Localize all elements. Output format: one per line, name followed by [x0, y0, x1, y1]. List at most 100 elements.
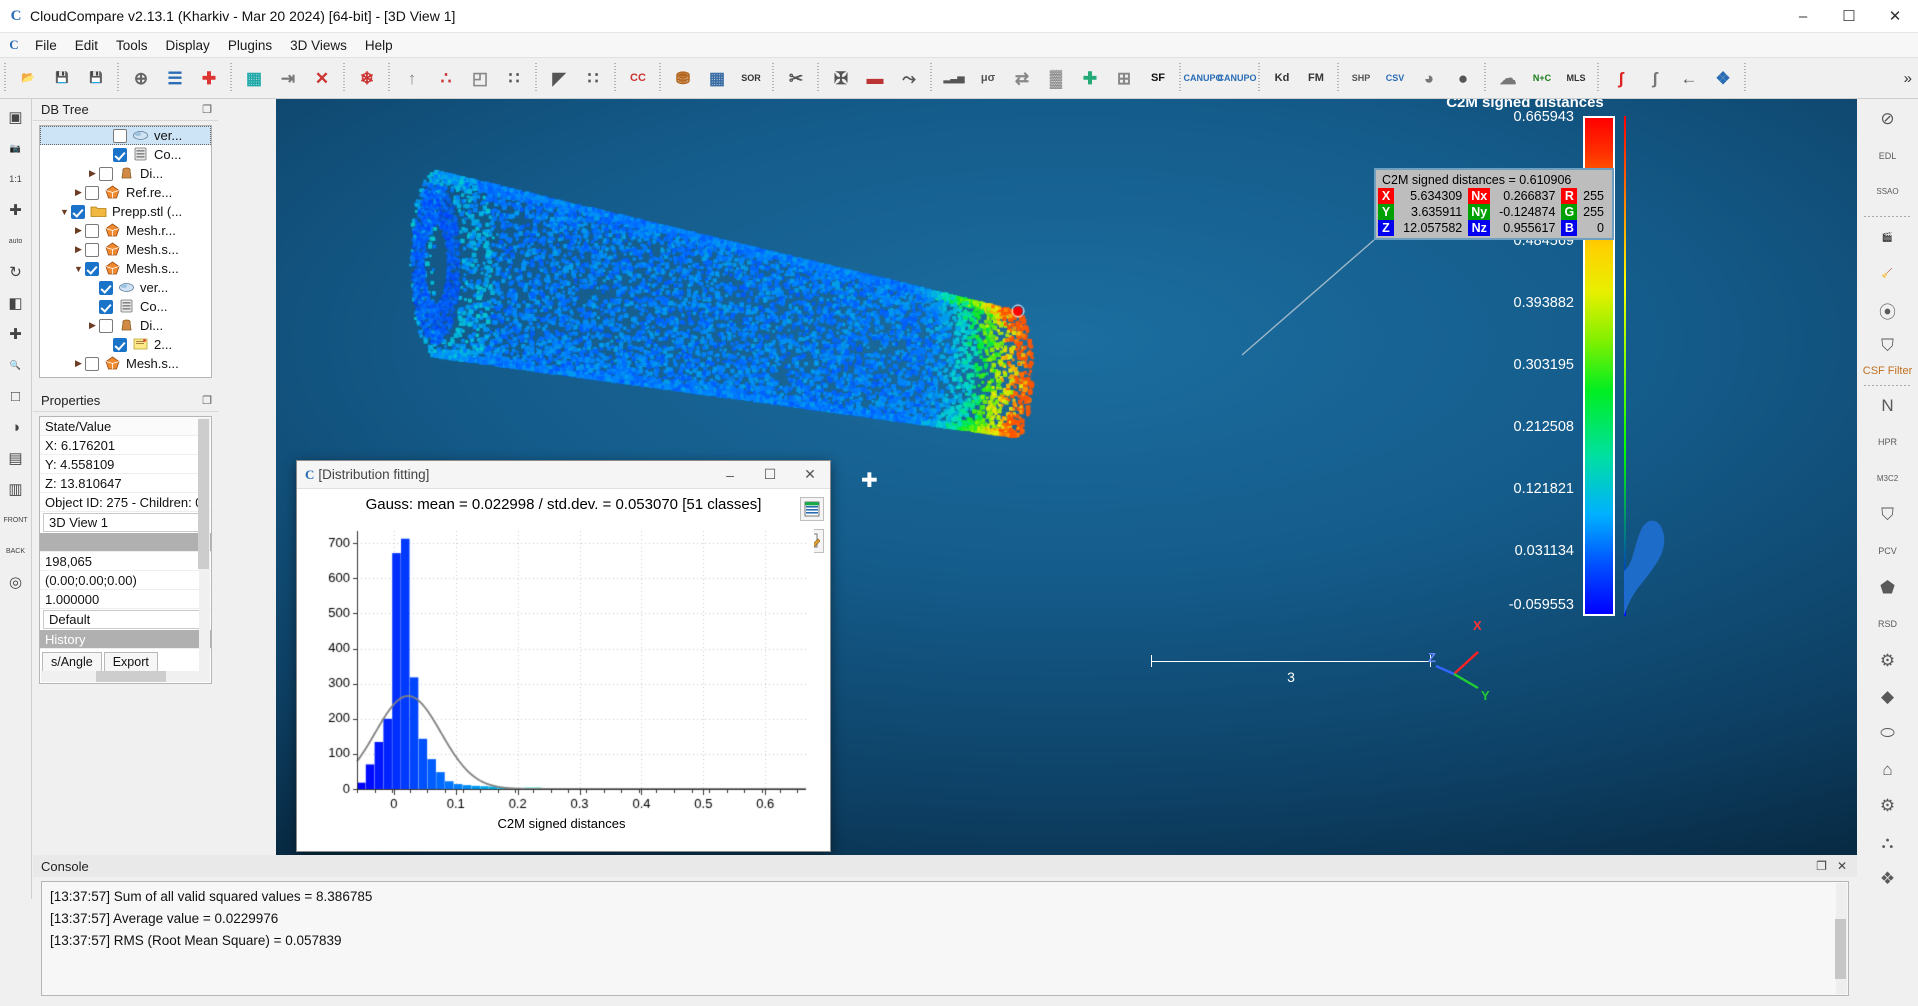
menu-item-file[interactable]: File [26, 35, 66, 56]
hpr-icon[interactable]: HPR [1871, 426, 1905, 458]
shield2-icon[interactable]: ⛉ [1871, 499, 1905, 531]
menu-item-edit[interactable]: Edit [66, 35, 107, 56]
db-tree-item[interactable]: Co... [40, 145, 211, 164]
save-icon[interactable]: 💾 [46, 62, 78, 94]
ellipse-fit-icon[interactable]: ⬭ [1871, 717, 1905, 749]
cc-cc-icon[interactable]: CC [622, 62, 654, 94]
plugin-icon[interactable]: ⚙ [1871, 790, 1905, 822]
zoom-1to1-icon[interactable]: 1:1 [2, 165, 30, 193]
toolbar-drag-handle[interactable] [612, 63, 619, 93]
sf-icon[interactable]: SF [1142, 62, 1174, 94]
axis-angle-button[interactable]: s/Angle [42, 652, 102, 672]
primitive-factory-icon[interactable]: ⛃ [667, 62, 699, 94]
toolbar-drag-handle[interactable] [815, 63, 822, 93]
edl-shader-icon[interactable]: EDL [1871, 139, 1905, 171]
shp-export-icon[interactable]: SHP [1345, 62, 1377, 94]
histogram-plot[interactable]: Count C2M signed distances [309, 521, 814, 841]
stereo-icon[interactable]: ◎ [2, 568, 30, 596]
db-tree-item[interactable]: ▶Ref.re... [40, 183, 211, 202]
ssao-shader-icon[interactable]: SSAO [1871, 176, 1905, 208]
toolbar-drag-handle[interactable] [115, 63, 122, 93]
chevron-right-icon[interactable]: ▶ [72, 187, 85, 198]
global-zoom-icon[interactable]: ▣ [2, 103, 30, 131]
properties-scrollbar[interactable] [199, 418, 210, 682]
canupo-create-icon[interactable]: CANUPO [1187, 62, 1219, 94]
maximize-button[interactable]: ☐ [1826, 0, 1872, 33]
chevron-right-icon[interactable]: ▶ [86, 168, 99, 179]
set-pivot-icon[interactable]: ✚ [2, 196, 30, 224]
chevron-right-icon[interactable]: ▶ [86, 320, 99, 331]
toolbar-drag-handle[interactable] [341, 63, 348, 93]
db-tree-item[interactable]: ▶Mesh.s... [40, 240, 211, 259]
db-tree-item[interactable]: ▶Mesh.s... [40, 354, 211, 373]
histogram-canvas[interactable] [309, 521, 814, 841]
merge-icon[interactable]: ⇥ [272, 62, 304, 94]
properties-hscroll-thumb[interactable] [96, 671, 166, 682]
toolbar-drag-handle[interactable] [657, 63, 664, 93]
distribution-fitting-dialog[interactable]: C [Distribution fitting] – ☐ ✕ Gauss: me… [296, 460, 831, 852]
console-scrollbar[interactable] [1836, 883, 1847, 994]
toolbar-drag-handle[interactable] [228, 63, 235, 93]
translate-rotate-icon[interactable]: ↑ [396, 62, 428, 94]
normals-north-icon[interactable]: N [1871, 390, 1905, 422]
open-file-icon[interactable]: 📂 [12, 62, 44, 94]
layers-stack-icon[interactable]: ◆ [1871, 681, 1905, 713]
toolbar-drag-handle[interactable] [1256, 63, 1263, 93]
cloud-mesh-dist-icon[interactable]: ◤ [543, 62, 575, 94]
ransac-icon[interactable]: ⌂ [1871, 754, 1905, 786]
menu-item-tools[interactable]: Tools [107, 35, 157, 56]
cube-view-icon[interactable]: □ [2, 382, 30, 410]
visibility-checkbox[interactable] [113, 129, 127, 143]
visibility-checkbox[interactable] [85, 262, 99, 276]
db-tree-item[interactable]: Co... [40, 297, 211, 316]
export-csv-icon[interactable] [800, 497, 824, 521]
min-max-icon[interactable]: ⇄ [1006, 62, 1038, 94]
visibility-checkbox[interactable] [85, 224, 99, 238]
sor-filter-icon[interactable]: SOR [735, 62, 767, 94]
poisson-recon-icon[interactable]: ⬟ [1871, 572, 1905, 604]
toolbar-drag-handle[interactable] [1482, 63, 1489, 93]
properties-list-icon[interactable]: ☰ [159, 62, 191, 94]
export-button[interactable]: Export [104, 652, 158, 672]
compass-tool-icon[interactable]: ⊘ [1871, 103, 1905, 135]
rotate-axis-icon[interactable]: ↻ [2, 258, 30, 286]
gears-icon[interactable]: ⚙ [1871, 644, 1905, 676]
histogram-minimize-button[interactable]: – [710, 461, 750, 489]
visibility-checkbox[interactable] [99, 281, 113, 295]
menu-item-3dviews[interactable]: 3D Views [281, 35, 356, 56]
close-button[interactable]: ✕ [1872, 0, 1918, 33]
colorimetric-segmenter-icon[interactable]: ❖ [1707, 62, 1739, 94]
csv-export-icon[interactable]: CSV [1379, 62, 1411, 94]
properties-hscrollbar[interactable] [41, 671, 199, 682]
properties-input-field[interactable]: Default [43, 610, 208, 629]
toolbar-drag-handle[interactable] [386, 63, 393, 93]
visibility-checkbox[interactable] [99, 167, 113, 181]
layers-icon[interactable]: ▤ [2, 444, 30, 472]
toolbar-drag-handle[interactable] [1595, 63, 1602, 93]
chevron-right-icon[interactable]: ▶ [72, 225, 85, 236]
m3c2-icon[interactable]: M3C2 [1871, 462, 1905, 494]
histogram-close-button[interactable]: ✕ [790, 461, 830, 489]
curvature-icon[interactable]: ʃ [1605, 62, 1637, 94]
visibility-checkbox[interactable] [85, 243, 99, 257]
toolbar-drag-handle[interactable] [928, 63, 935, 93]
edit-color-icon[interactable]: ▬ [859, 62, 891, 94]
toolbar-drag-handle[interactable] [1742, 63, 1749, 93]
shield-icon[interactable]: ⛉ [1871, 330, 1905, 362]
histogram-maximize-button[interactable]: ☐ [750, 461, 790, 489]
contour-icon[interactable]: ☁ [1492, 62, 1524, 94]
toolbar-overflow-button[interactable]: » [1898, 70, 1918, 87]
console-close-icon[interactable]: ✕ [1837, 859, 1847, 873]
compute-distances-icon[interactable]: ∷ [498, 62, 530, 94]
pcv-icon[interactable]: PCV [1871, 535, 1905, 567]
chevron-right-icon[interactable]: ▶ [72, 244, 85, 255]
render-icon[interactable]: ▥ [2, 475, 30, 503]
visibility-checkbox[interactable] [99, 300, 113, 314]
db-tree-item[interactable]: ver... [40, 126, 211, 145]
db-tree-item[interactable]: ▼Prepp.stl (... [40, 202, 211, 221]
light-icon[interactable]: ◑ [2, 413, 30, 441]
toolbar-drag-handle[interactable] [533, 63, 540, 93]
sf-gradient-icon[interactable]: ▓ [1040, 62, 1072, 94]
cross-section-icon[interactable]: ✠ [825, 62, 857, 94]
chevron-right-icon[interactable]: ▶ [72, 358, 85, 369]
